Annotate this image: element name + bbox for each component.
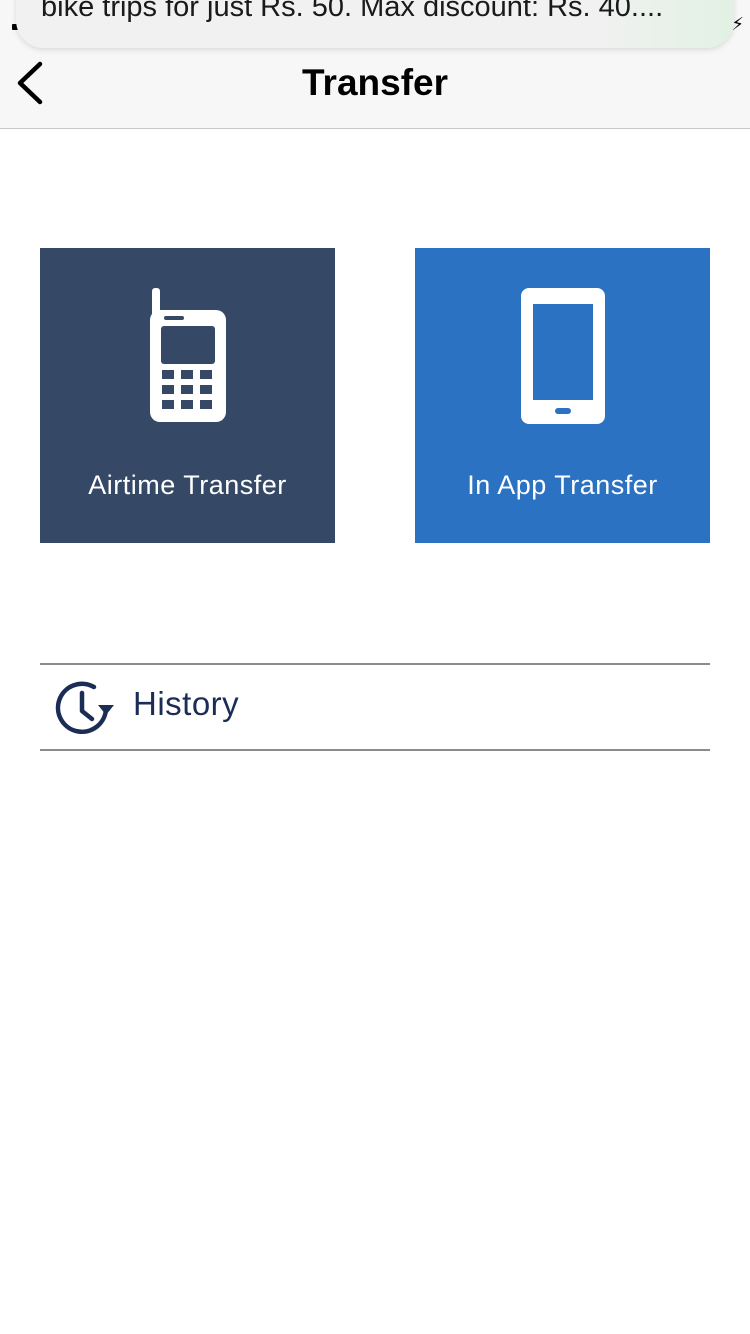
in-app-transfer-button[interactable]: In App Transfer — [415, 248, 710, 543]
history-clock-icon — [55, 681, 114, 735]
notification-banner[interactable]: bike trips for just Rs. 50. Max discount… — [16, 0, 734, 48]
mobile-phone-keypad-icon — [149, 288, 226, 422]
notification-text: bike trips for just Rs. 50. Max discount… — [41, 0, 664, 23]
in-app-transfer-label: In App Transfer — [467, 470, 658, 500]
page-title: Transfer — [301, 62, 448, 103]
airtime-transfer-button[interactable]: Airtime Transfer — [40, 248, 335, 543]
history-label: History — [133, 685, 240, 722]
smartphone-icon — [520, 288, 605, 424]
airtime-transfer-label: Airtime Transfer — [88, 470, 287, 500]
transfer-screen: ⚡ Transfer bike trips for just Rs. 50. M… — [0, 0, 750, 1334]
history-row[interactable]: History — [40, 663, 710, 751]
